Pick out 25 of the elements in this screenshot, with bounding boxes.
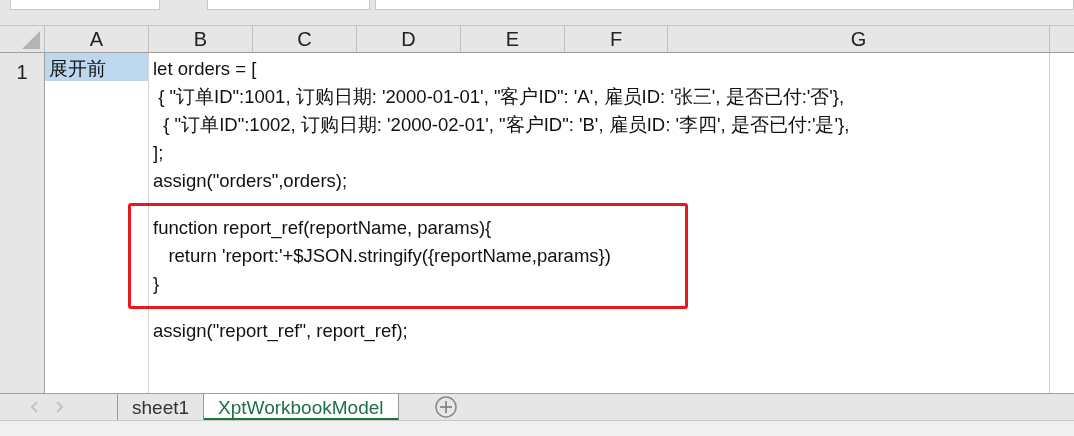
- code-line: ];: [153, 141, 164, 165]
- sheet-tab[interactable]: XptWorkbookModel: [204, 394, 399, 420]
- scroll-right-icon[interactable]: [56, 401, 64, 413]
- column-header[interactable]: C: [253, 26, 357, 52]
- code-line: let orders = [: [153, 57, 257, 81]
- code-line: assign("orders",orders);: [153, 169, 348, 193]
- code-line: return 'report:'+$JSON.stringify({reportName,params}): [167, 244, 611, 268]
- formula-field[interactable]: [375, 0, 1074, 10]
- code-line: }: [153, 272, 160, 296]
- name-box[interactable]: [10, 0, 160, 10]
- table-cell[interactable]: 展开前: [45, 53, 148, 81]
- column-header[interactable]: E: [461, 26, 565, 52]
- row-header[interactable]: 1: [0, 53, 45, 393]
- column-header[interactable]: B: [149, 26, 253, 52]
- code-line: function report_ref(reportName, params){: [153, 216, 492, 241]
- add-sheet-icon[interactable]: [434, 396, 457, 418]
- column-header[interactable]: D: [357, 26, 461, 52]
- column-header[interactable]: F: [565, 26, 668, 52]
- column-header[interactable]: A: [45, 26, 149, 52]
- code-line: { "订单ID":1001, 订购日期: '2000-01-01', "客户ID": 'A', 雇员ID: '张三', 是否已付:'否'},: [157, 85, 845, 109]
- code-line: { "订单ID":1002, 订购日期: '2000-02-01', "客户ID": 'B', 雇员ID: '李四', 是否已付:'是'},: [162, 113, 850, 137]
- scroll-left-icon[interactable]: [30, 401, 38, 413]
- code-line: assign("report_ref", report_ref);: [153, 319, 408, 344]
- corner-triangle-icon: [22, 31, 40, 49]
- column-header[interactable]: G: [668, 26, 1050, 52]
